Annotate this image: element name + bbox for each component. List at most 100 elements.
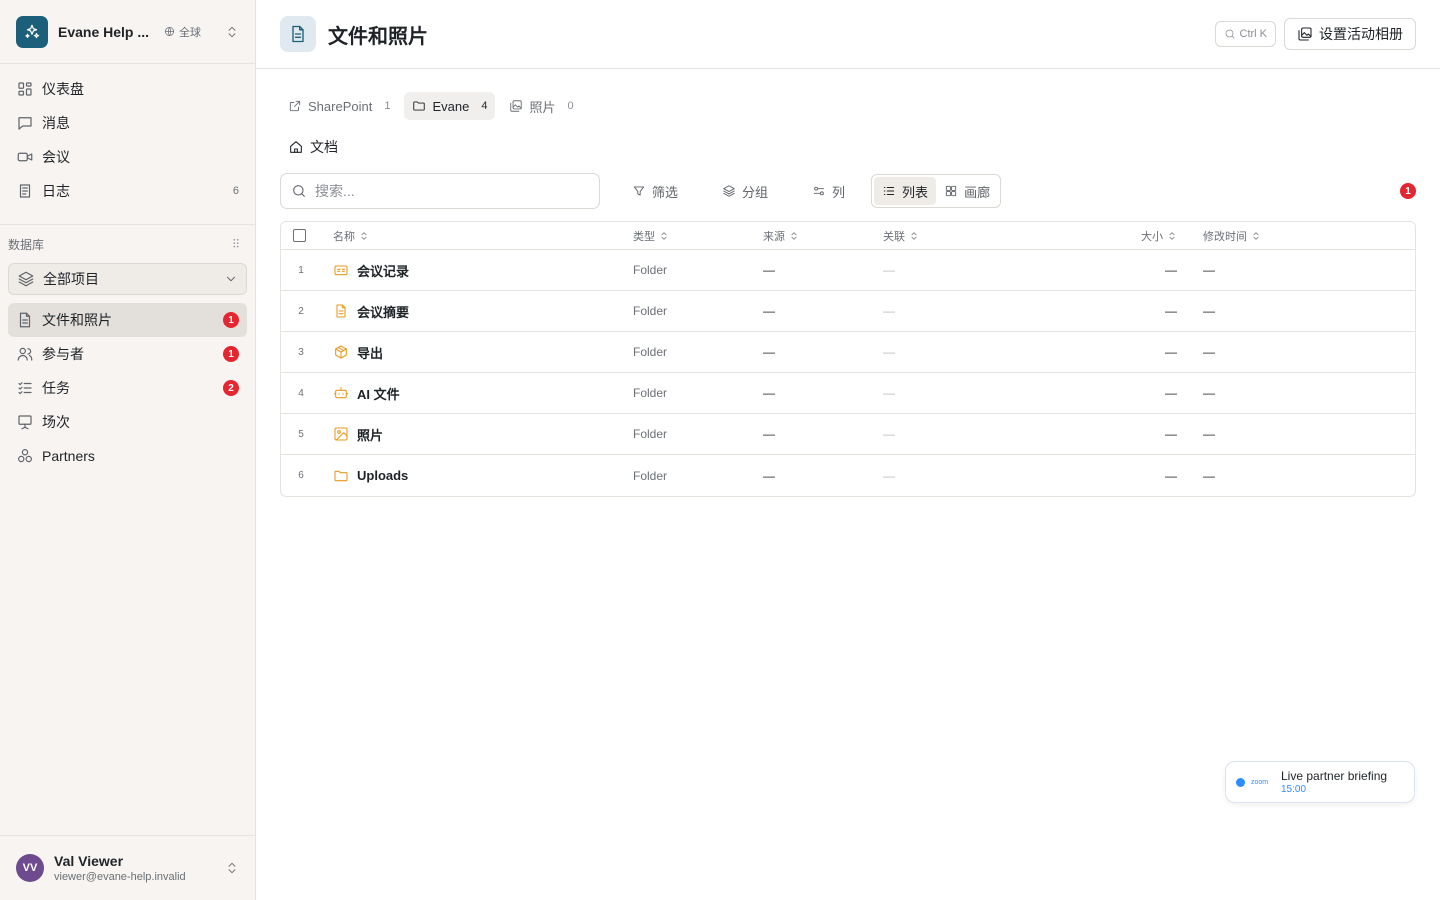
file-icon — [280, 16, 316, 52]
columns-button[interactable]: 列 — [800, 175, 857, 207]
external-link-icon — [288, 99, 302, 113]
meeting-reminder[interactable]: zoom Live partner briefing 15:00 — [1225, 761, 1415, 803]
sort-icon — [359, 231, 369, 241]
nav-item-meetings[interactable]: 会议 — [8, 140, 247, 174]
file-related: — — [883, 386, 895, 400]
sidebar-item-sessions[interactable]: 场次 — [8, 405, 247, 439]
images-icon — [509, 99, 523, 113]
file-related: — — [883, 427, 895, 441]
grid-icon — [944, 184, 958, 198]
file-name: 照片 — [357, 427, 384, 443]
database-label: 数据库 — [8, 237, 45, 252]
database-nav: 文件和照片 1 参与者 1 任务 2 场次 Partners — [0, 301, 255, 481]
file-type: Folder — [633, 263, 668, 277]
column-header-size[interactable]: 大小 — [1141, 228, 1177, 244]
command-search-button[interactable]: Ctrl K — [1214, 21, 1276, 47]
chevrons-up-down-icon[interactable] — [225, 25, 239, 39]
workspace-header[interactable]: Evane Help ... 全球 — [0, 0, 255, 64]
set-active-album-button[interactable]: 设置活动相册 — [1284, 18, 1416, 50]
table-row[interactable]: 4 AI 文件 Folder — — — — — [281, 373, 1415, 414]
main-content: 文件和照片 Ctrl K 设置活动相册 SharePoint 1 Evane 4… — [256, 0, 1440, 900]
shortcut-label: Ctrl K — [1239, 28, 1268, 40]
file-related: — — [883, 263, 895, 277]
tab-evane[interactable]: Evane 4 — [404, 92, 496, 120]
meeting-title: Live partner briefing — [1281, 769, 1388, 783]
tab-sharepoint[interactable]: SharePoint 1 — [280, 92, 398, 120]
count-badge: 2 — [223, 380, 239, 396]
column-header-label: 修改时间 — [1203, 230, 1247, 243]
video-icon — [16, 148, 34, 166]
list-view-button[interactable]: 列表 — [874, 177, 937, 205]
images-icon — [1297, 26, 1313, 42]
sidebar-item-participants[interactable]: 参与者 1 — [8, 337, 247, 371]
sidebar-item-partners[interactable]: Partners — [8, 439, 247, 473]
table-row[interactable]: 2 会议摘要 Folder — — — — — [281, 291, 1415, 332]
user-menu[interactable]: VV Val Viewer viewer@evane-help.invalid — [0, 835, 255, 900]
table-row[interactable]: 1 会议记录 Folder — — — — — [281, 250, 1415, 291]
search-input[interactable]: 搜索... — [280, 173, 600, 209]
nav-item-dashboard[interactable]: 仪表盘 — [8, 72, 247, 106]
table-row[interactable]: 3 导出 Folder — — — — — [281, 332, 1415, 373]
filter-icon — [632, 184, 646, 198]
breadcrumb-label: 文档 — [310, 139, 338, 155]
breadcrumb[interactable]: 文档 — [288, 137, 338, 157]
file-type: Folder — [633, 304, 668, 318]
file-related: — — [883, 345, 895, 359]
users-icon — [16, 345, 34, 363]
nav-item-messages[interactable]: 消息 — [8, 106, 247, 140]
page-title: 文件和照片 — [328, 25, 428, 48]
file-size: — — [1165, 386, 1177, 400]
file-related: — — [883, 468, 895, 483]
gallery-view-label: 画廊 — [964, 184, 991, 200]
sidebar-item-files[interactable]: 文件和照片 1 — [8, 303, 247, 337]
row-number: 5 — [298, 428, 304, 440]
file-name: Uploads — [357, 468, 409, 483]
file-size: — — [1165, 468, 1177, 483]
sidebar-item-label: 任务 — [42, 380, 70, 396]
tasks-icon — [16, 379, 34, 397]
nav-item-label: 会议 — [42, 149, 70, 165]
workspace-scope-label: 全球 — [179, 26, 201, 39]
list-view-label: 列表 — [902, 184, 929, 200]
database-section-header: 数据库 — [0, 225, 255, 263]
workspace-scope[interactable]: 全球 — [164, 24, 201, 40]
folder-icon — [333, 468, 349, 484]
notification-badge[interactable]: 1 — [1400, 183, 1416, 199]
column-header-related[interactable]: 关联 — [883, 228, 919, 244]
table-row[interactable]: 6 Uploads Folder — — — — — [281, 455, 1415, 496]
file-source: — — [763, 263, 775, 277]
meeting-time: 15:00 — [1281, 784, 1307, 795]
filter-button[interactable]: 筛选 — [620, 175, 690, 207]
table-row[interactable]: 5 照片 Folder — — — — — [281, 414, 1415, 455]
file-modified: — — [1203, 345, 1215, 359]
column-header-label: 名称 — [333, 230, 355, 243]
file-modified: — — [1203, 468, 1215, 483]
document-icon — [333, 303, 349, 319]
column-header-name[interactable]: 名称 — [333, 228, 369, 244]
group-button[interactable]: 分组 — [710, 175, 780, 207]
drag-handle-icon[interactable] — [231, 238, 241, 250]
row-number: 2 — [298, 305, 304, 317]
nav-item-log[interactable]: 日志 6 — [8, 174, 247, 208]
file-name: AI 文件 — [357, 386, 400, 402]
file-modified: — — [1203, 386, 1215, 400]
sidebar-item-tasks[interactable]: 任务 2 — [8, 371, 247, 405]
column-header-type[interactable]: 类型 — [633, 228, 669, 244]
file-source: — — [763, 304, 775, 318]
select-all-checkbox[interactable] — [293, 229, 306, 242]
tab-photos[interactable]: 照片 0 — [501, 92, 581, 120]
column-header-modified[interactable]: 修改时间 — [1203, 228, 1261, 244]
database-selector[interactable]: 全部项目 — [8, 263, 247, 295]
nav-item-label: 日志 — [42, 183, 70, 199]
file-modified: — — [1203, 263, 1215, 277]
gallery-view-button[interactable]: 画廊 — [936, 177, 998, 205]
file-type: Folder — [633, 468, 668, 483]
file-size: — — [1165, 345, 1177, 359]
main-nav: 仪表盘 消息 会议 日志 6 — [0, 64, 255, 216]
package-icon — [333, 344, 349, 360]
avatar: VV — [16, 854, 44, 882]
partners-icon — [16, 447, 34, 465]
column-header-source[interactable]: 来源 — [763, 228, 799, 244]
row-number: 6 — [298, 470, 304, 481]
sort-icon — [789, 231, 799, 241]
